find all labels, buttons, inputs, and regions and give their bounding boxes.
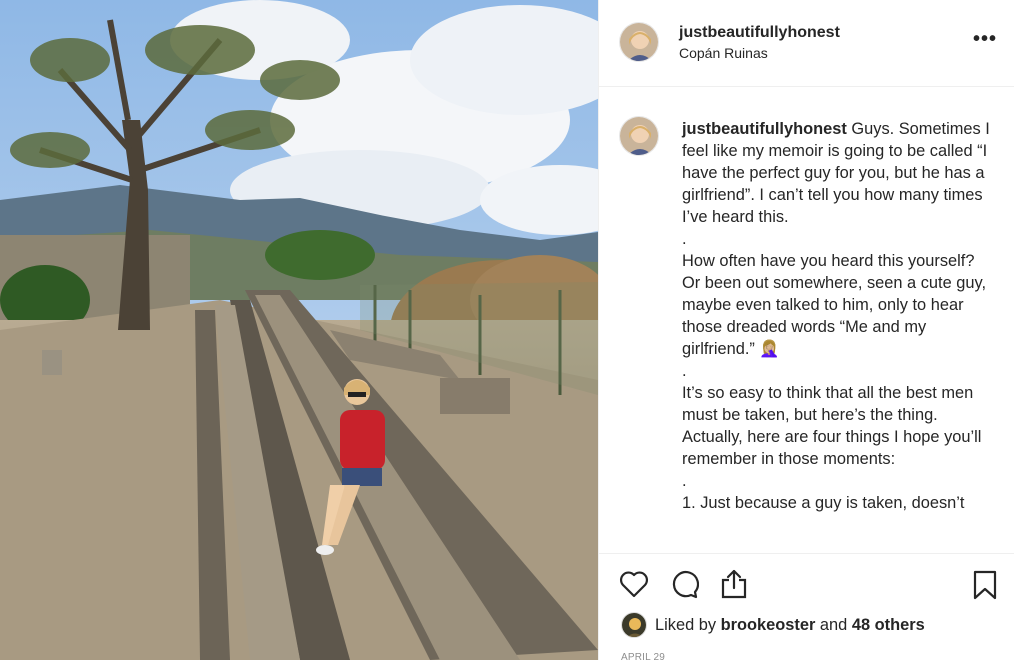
caption-section: justbeautifullyhonest Guys. Sometimes I … [599, 88, 1014, 553]
author-username[interactable]: justbeautifullyhonest [679, 24, 840, 42]
liker-avatar[interactable] [621, 612, 647, 638]
action-bar: Liked by brookeoster and 48 others APRIL… [599, 553, 1014, 660]
liker-username[interactable]: brookeoster [721, 616, 816, 635]
author-avatar[interactable] [619, 22, 659, 62]
likes-others-link[interactable]: 48 others [852, 616, 925, 635]
liker-avatar-image [622, 613, 646, 637]
likes-and: and [819, 615, 848, 634]
caption-body: Guys. Sometimes I feel like my memoir is… [682, 120, 990, 512]
avatar-image [620, 117, 658, 155]
share-icon[interactable] [719, 568, 749, 600]
post-side-panel: justbeautifullyhonest Copán Ruinas ••• j… [598, 0, 1014, 660]
post-header: justbeautifullyhonest Copán Ruinas ••• [599, 0, 1014, 87]
likes-prefix: Liked by [655, 615, 717, 634]
photo-image [0, 0, 598, 660]
bookmark-icon[interactable] [972, 570, 998, 600]
avatar-image [620, 23, 658, 61]
caption-text: justbeautifullyhonest Guys. Sometimes I … [682, 118, 992, 514]
post-date[interactable]: APRIL 29 [621, 652, 665, 660]
heart-icon[interactable] [619, 570, 649, 598]
caption-username[interactable]: justbeautifullyhonest [682, 120, 847, 138]
post-photo[interactable] [0, 0, 598, 660]
post-location[interactable]: Copán Ruinas [679, 45, 768, 61]
more-options-icon[interactable]: ••• [973, 28, 997, 51]
caption-avatar[interactable] [619, 116, 659, 156]
likes-summary: Liked by brookeoster and 48 others [621, 612, 925, 638]
comment-icon[interactable] [669, 569, 699, 599]
